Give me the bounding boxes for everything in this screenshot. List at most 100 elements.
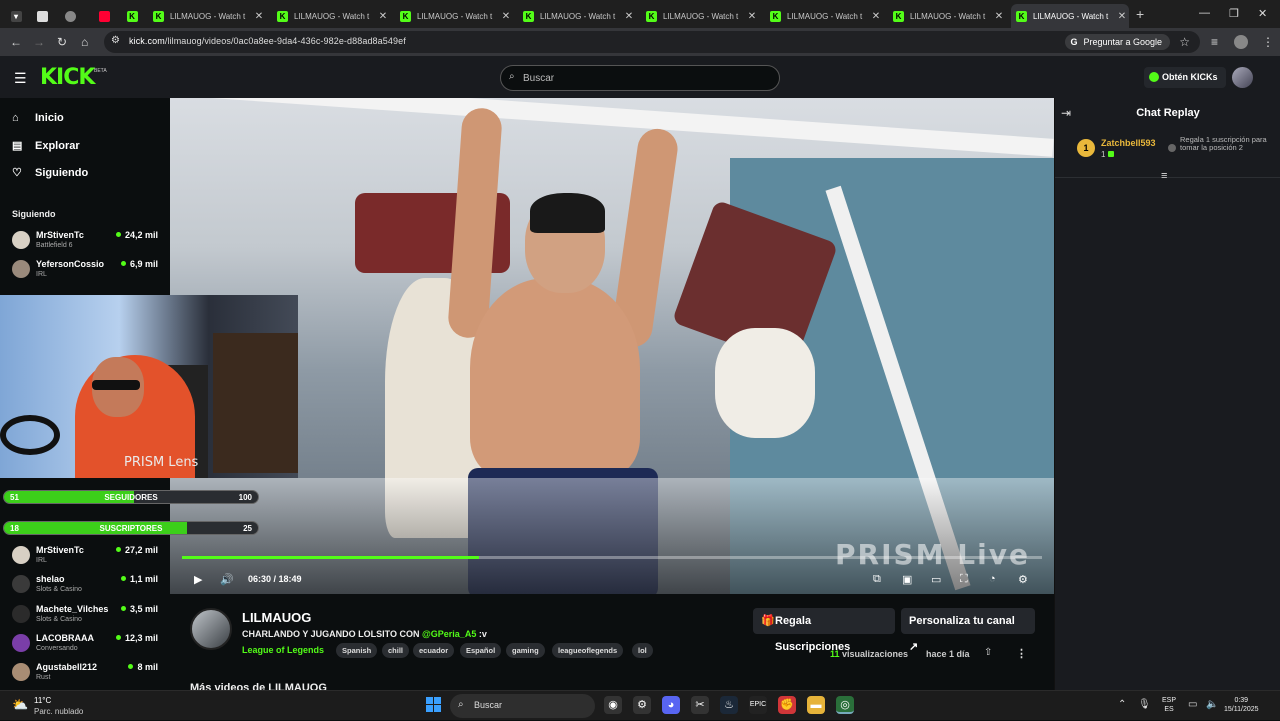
minimize-icon[interactable]: — — [1199, 7, 1210, 19]
close-tab-icon[interactable]: ✕ — [376, 11, 390, 22]
followed-channel[interactable]: YefersonCossio IRL 6,9 mil — [12, 258, 162, 284]
close-tab-icon[interactable]: ✕ — [745, 11, 759, 22]
channel-name[interactable]: LILMAUOG — [242, 610, 311, 625]
close-tab-icon[interactable]: ✕ — [499, 11, 513, 22]
browser-tab[interactable]: K LILMAUOG - Watch t ✕ — [765, 4, 883, 28]
get-kicks-button[interactable]: Obtén KICKs — [1144, 67, 1226, 88]
video-progress-bar[interactable] — [182, 556, 1042, 559]
file-explorer-icon[interactable]: ▬ — [807, 696, 825, 714]
publish-date: hace 1 día — [926, 649, 970, 659]
riot-client-icon[interactable]: ✊ — [778, 696, 796, 714]
close-tab-icon[interactable]: ✕ — [252, 11, 266, 22]
browser-tab[interactable] — [58, 4, 82, 28]
settings-gear-icon[interactable]: ⚙ — [1018, 573, 1028, 586]
search-box[interactable]: ⌕ — [500, 65, 780, 91]
volume-icon[interactable]: 🔊 — [220, 573, 234, 586]
weather-widget[interactable]: ⛅ 11°C Parc. nublado — [12, 694, 122, 718]
back-icon[interactable]: ← — [10, 35, 22, 49]
channel-avatar[interactable] — [190, 608, 232, 650]
tab-menu[interactable]: ▾ — [4, 4, 28, 28]
start-button[interactable] — [426, 697, 441, 712]
settings-app-icon[interactable]: ⚙ — [633, 696, 651, 714]
network-icon[interactable]: ▭ — [1188, 699, 1197, 710]
taskbar-search[interactable]: ⌕ Buscar — [450, 694, 595, 718]
recommended-channel[interactable]: Agustabell212 Rust 8 mil — [12, 661, 162, 687]
forward-icon[interactable]: → — [33, 35, 45, 49]
recommended-channel[interactable]: LACOBRAAA Conversando 12,3 mil — [12, 632, 162, 658]
media-controls-icon[interactable]: ≡ — [1211, 35, 1218, 49]
recommended-channel[interactable]: MrStivenTc IRL 27,2 mil — [12, 544, 162, 570]
ask-google-button[interactable]: Preguntar a Google — [1065, 34, 1170, 50]
sidebar-item-home[interactable]: ⌂ Inicio — [12, 112, 64, 124]
customize-channel-button[interactable]: Personaliza tu canal ↗ — [901, 608, 1035, 653]
browser-tab[interactable]: K LILMAUOG - Watch t ✕ — [518, 4, 636, 28]
fullscreen-icon[interactable]: ⛶ — [960, 573, 968, 586]
close-tab-icon[interactable]: ✕ — [869, 11, 883, 22]
browser-tab[interactable]: K LILMAUOG - Watch t ✕ — [641, 4, 759, 28]
restore-icon[interactable]: ❐ — [1229, 7, 1239, 20]
playback-speed-icon[interactable]: ◔ — [989, 573, 996, 585]
reload-icon[interactable]: ↻ — [57, 35, 67, 49]
tag[interactable]: chill — [382, 643, 410, 658]
theater-mode-icon[interactable]: ▭ — [931, 573, 941, 586]
tag[interactable]: ecuador — [413, 643, 455, 658]
user-avatar[interactable] — [1232, 67, 1253, 88]
steam-icon[interactable]: ♨ — [720, 696, 738, 714]
profile-avatar[interactable] — [1234, 35, 1248, 49]
gift-subs-button[interactable]: 🎁 Regala Suscripciones — [753, 608, 895, 653]
browser-tab[interactable]: K LILMAUOG - Watch t ✕ — [272, 4, 390, 28]
sidebar-item-following[interactable]: ♡ Siguiendo — [12, 166, 88, 180]
browser-tab[interactable]: K LILMAUOG - Watch t ✕ — [888, 4, 1006, 28]
play-icon[interactable]: ▶ — [194, 573, 202, 586]
close-tab-icon[interactable]: ✕ — [622, 11, 636, 22]
chevron-up-icon[interactable]: ⌃ — [1118, 699, 1126, 710]
microphone-icon[interactable]: 🎙 — [1138, 699, 1151, 710]
category-link[interactable]: League of Legends — [242, 645, 324, 655]
tag[interactable]: lol — [632, 643, 653, 658]
search-input[interactable] — [523, 70, 763, 86]
menu-icon[interactable]: ☰ — [14, 70, 27, 87]
tag[interactable]: Spanish — [336, 643, 378, 658]
close-tab-icon[interactable]: ✕ — [1115, 11, 1129, 22]
browser-tab-active[interactable]: K LILMAUOG - Watch t ✕ — [1011, 4, 1129, 28]
overlay-brand: PRISM Lens — [124, 455, 199, 470]
new-tab-button[interactable]: + — [1136, 6, 1144, 22]
obs-icon[interactable]: ◉ — [604, 696, 622, 714]
browser-tab[interactable]: K LILMAUOG - Watch t ✕ — [148, 4, 266, 28]
chrome-icon[interactable]: ◎ — [836, 696, 854, 714]
url-field[interactable]: ⚙ kick.com/lilmauog/videos/0ac0a8ee-9da4… — [104, 31, 1200, 53]
clock[interactable]: 0:39 15/11/2025 — [1224, 696, 1259, 714]
share-icon[interactable]: ⇧ — [984, 647, 992, 658]
language-indicator[interactable]: ESP ES — [1162, 696, 1176, 714]
epic-games-icon[interactable]: EPIC — [749, 696, 767, 714]
kick-logo[interactable]: KICK — [40, 65, 95, 90]
tag[interactable]: gaming — [506, 643, 545, 658]
close-window-icon[interactable]: ✕ — [1258, 7, 1267, 20]
gift-prompt[interactable]: Regala 1 suscripción para tomar la posic… — [1168, 136, 1270, 152]
tag[interactable]: Español — [460, 643, 502, 658]
recommended-channel[interactable]: shelao Slots & Casino 1,1 mil — [12, 573, 162, 599]
filter-icon[interactable]: ≡ — [1161, 170, 1167, 182]
close-tab-icon[interactable]: ✕ — [992, 11, 1006, 22]
tag[interactable]: leagueoflegends — [552, 643, 624, 658]
more-options-icon[interactable]: ⋮ — [1016, 647, 1027, 660]
pip-icon[interactable]: ⧉ — [873, 573, 881, 586]
home-icon[interactable]: ⌂ — [81, 35, 88, 49]
site-info-icon[interactable]: ⚙ — [111, 35, 120, 46]
browser-tab[interactable]: K LILMAUOG - Watch t ✕ — [395, 4, 513, 28]
sidebar-item-browse[interactable]: ▤ Explorar — [12, 139, 80, 153]
browser-tab[interactable] — [92, 4, 116, 28]
followed-channel[interactable]: MrStivenTc Battlefield 6 24,2 mil — [12, 229, 162, 255]
discord-icon[interactable]: ◕ — [662, 696, 680, 714]
video-player[interactable]: PRISM Live ▶ 🔊 06:30 / 18:49 ⧉ ▣ ▭ ⛶ ◔ ⚙ — [170, 98, 1054, 594]
capcut-icon[interactable]: ✂ — [691, 696, 709, 714]
browser-tab[interactable]: K — [120, 4, 144, 28]
browser-menu-icon[interactable]: ⋮ — [1262, 35, 1274, 49]
browser-tab[interactable] — [30, 4, 54, 28]
clip-icon[interactable]: ▣ — [902, 573, 912, 586]
mention-link[interactable]: @GPeria_A5 — [422, 629, 476, 639]
leader-name[interactable]: Zatchbell593 — [1101, 138, 1156, 148]
bookmark-star-icon[interactable]: ☆ — [1179, 35, 1190, 49]
speaker-icon[interactable]: 🔈 — [1206, 699, 1218, 710]
recommended-channel[interactable]: Machete_Vilches Slots & Casino 3,5 mil — [12, 603, 162, 629]
